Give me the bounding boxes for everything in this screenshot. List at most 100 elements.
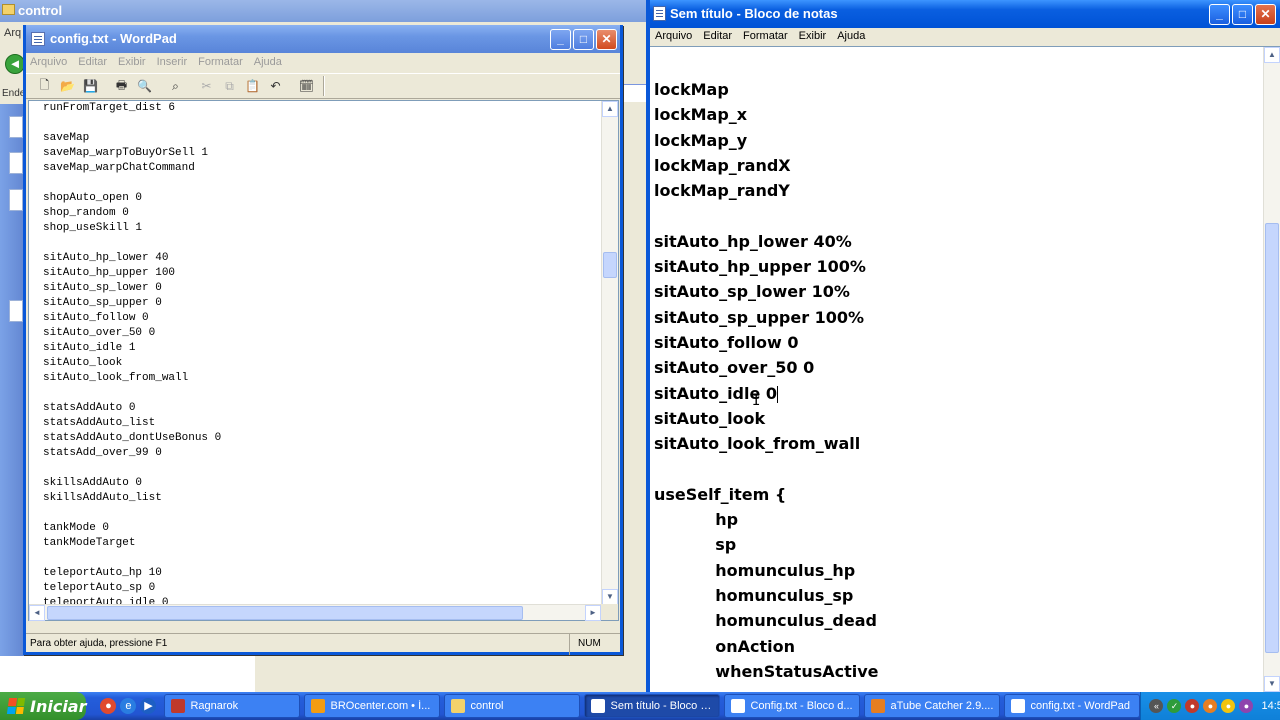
num-lock-indicator: NUM xyxy=(578,638,601,649)
start-button[interactable]: Iniciar xyxy=(0,692,87,720)
wordpad-menu-bar: Arquivo Editar Exibir Inserir Formatar A… xyxy=(26,53,620,73)
notepad-app-icon[interactable] xyxy=(653,6,666,21)
system-clock[interactable]: 14:59 xyxy=(1261,700,1280,712)
scroll-left-arrow-icon[interactable]: ◄ xyxy=(29,605,45,621)
menu-exibir[interactable]: Exibir xyxy=(118,56,146,73)
folder-icon xyxy=(2,4,15,15)
copy-icon[interactable]: ⧉ xyxy=(219,76,240,96)
minimize-button[interactable]: _ xyxy=(1209,4,1230,25)
tray-app-icon[interactable]: ● xyxy=(1185,699,1200,713)
system-tray: « ✓ ● ● ● ● 14:59 xyxy=(1140,692,1280,720)
wordpad-icon xyxy=(1011,699,1026,713)
media-player-icon[interactable]: ▶ xyxy=(140,698,157,714)
menu-formatar[interactable]: Formatar xyxy=(198,56,243,73)
status-help-text: Para obter ajuda, pressione F1 xyxy=(26,634,570,655)
task-pane-item[interactable] xyxy=(9,152,23,174)
wordpad-toolbar: 🗋 📂 💾 🖶 🔍 ⌕ ✂ ⧉ 📋 ↶ 🗓 xyxy=(26,73,620,99)
explorer-task-pane xyxy=(0,104,24,692)
vertical-scroll-thumb[interactable] xyxy=(1265,223,1279,653)
taskbar-tasks: Ragnarok BROcenter.com • Í... control Se… xyxy=(164,694,1141,718)
menu-arquivo[interactable]: Arquivo xyxy=(655,30,692,46)
menu-inserir[interactable]: Inserir xyxy=(157,56,188,73)
scroll-down-arrow-icon[interactable]: ▼ xyxy=(602,589,618,605)
undo-icon[interactable]: ↶ xyxy=(265,76,286,96)
taskbar-item-brocenter[interactable]: BROcenter.com • Í... xyxy=(304,694,441,718)
wordpad-status-bar: Para obter ajuda, pressione F1 NUM xyxy=(26,633,620,655)
chrome-icon[interactable]: ● xyxy=(100,698,117,714)
wordpad-app-icon[interactable] xyxy=(31,32,45,46)
scroll-right-arrow-icon[interactable]: ► xyxy=(585,605,601,621)
maximize-button[interactable]: □ xyxy=(1232,4,1253,25)
wordpad-vertical-scrollbar[interactable]: ▲ ▼ xyxy=(601,101,618,606)
task-pane-item[interactable] xyxy=(9,116,23,138)
quick-launch: ● e ▶ xyxy=(100,698,157,714)
taskbar: Iniciar ● e ▶ Ragnarok BROcenter.com • Í… xyxy=(0,692,1280,720)
scroll-up-arrow-icon[interactable]: ▲ xyxy=(1264,47,1280,63)
wordpad-document-area[interactable]: runFromTarget_dist 6 saveMap saveMap_war… xyxy=(28,100,619,621)
cut-icon[interactable]: ✂ xyxy=(196,76,217,96)
ragnarok-icon xyxy=(171,699,186,713)
notepad-document-text[interactable]: lockMap lockMap_x lockMap_y lockMap_rand… xyxy=(654,77,1252,691)
taskbar-item-notepad-untitled[interactable]: Sem título - Bloco d... xyxy=(584,694,721,718)
scroll-down-arrow-icon[interactable]: ▼ xyxy=(1264,676,1280,692)
notepad-document-area[interactable]: lockMap lockMap_x lockMap_y lockMap_rand… xyxy=(650,46,1280,693)
tray-app-icon[interactable]: ● xyxy=(1221,699,1236,713)
close-button[interactable]: ✕ xyxy=(1255,4,1276,25)
menu-ajuda[interactable]: Ajuda xyxy=(254,56,282,73)
explorer-title: control xyxy=(18,3,63,18)
back-arrow-icon[interactable]: ◄ xyxy=(5,54,25,74)
wordpad-document-text[interactable]: runFromTarget_dist 6 saveMap saveMap_war… xyxy=(43,101,603,606)
atube-catcher-icon xyxy=(871,699,886,713)
menu-arquivo[interactable]: Arquivo xyxy=(30,56,67,73)
notepad-title: Sem título - Bloco de notas xyxy=(670,6,838,21)
text-caret xyxy=(777,385,779,403)
taskbar-item-wordpad[interactable]: config.txt - WordPad xyxy=(1004,694,1141,718)
task-pane-item[interactable] xyxy=(9,300,23,322)
insert-datetime-icon[interactable]: 🗓 xyxy=(296,76,317,96)
horizontal-scroll-thumb[interactable] xyxy=(47,606,523,620)
notepad-vertical-scrollbar[interactable]: ▲ ▼ xyxy=(1263,47,1280,693)
close-button[interactable]: ✕ xyxy=(596,29,617,50)
task-pane-item[interactable] xyxy=(9,189,23,211)
wordpad-title-bar[interactable]: config.txt - WordPad _ □ ✕ xyxy=(26,25,620,53)
taskbar-item-notepad-config[interactable]: Config.txt - Bloco d... xyxy=(724,694,861,718)
notepad-icon xyxy=(731,699,746,713)
open-folder-icon[interactable]: 📂 xyxy=(57,76,78,96)
taskbar-item-control[interactable]: control xyxy=(444,694,581,718)
print-icon[interactable]: 🖶 xyxy=(111,76,132,96)
menu-editar[interactable]: Editar xyxy=(78,56,107,73)
menu-ajuda[interactable]: Ajuda xyxy=(837,30,865,46)
explorer-content-area xyxy=(0,656,255,692)
browser-icon xyxy=(311,699,326,713)
notepad-title-bar[interactable]: Sem título - Bloco de notas _ □ ✕ xyxy=(650,0,1280,28)
maximize-button[interactable]: □ xyxy=(573,29,594,50)
notepad-text-after-caret: sitAuto_look sitAuto_look_from_wall useS… xyxy=(654,408,879,681)
taskbar-item-ragnarok[interactable]: Ragnarok xyxy=(164,694,301,718)
tray-check-icon[interactable]: ✓ xyxy=(1167,699,1182,713)
tray-app-icon[interactable]: ● xyxy=(1239,699,1254,713)
vertical-scroll-thumb[interactable] xyxy=(603,252,617,278)
windows-flag-icon xyxy=(6,698,26,714)
wordpad-window: config.txt - WordPad _ □ ✕ Arquivo Edita… xyxy=(23,25,623,655)
scroll-up-arrow-icon[interactable]: ▲ xyxy=(602,101,618,117)
explorer-title-bar[interactable]: control xyxy=(0,0,650,22)
menu-exibir[interactable]: Exibir xyxy=(799,30,827,46)
paste-icon[interactable]: 📋 xyxy=(242,76,263,96)
find-binoculars-icon[interactable]: ⌕ xyxy=(165,76,186,96)
print-preview-icon[interactable]: 🔍 xyxy=(134,76,155,96)
explorer-content-strip xyxy=(622,84,646,102)
explorer-menu-fragment[interactable]: Arq xyxy=(4,27,21,39)
menu-formatar[interactable]: Formatar xyxy=(743,30,788,46)
minimize-button[interactable]: _ xyxy=(550,29,571,50)
menu-editar[interactable]: Editar xyxy=(703,30,732,46)
wordpad-horizontal-scrollbar[interactable]: ◄ ► xyxy=(29,604,602,621)
tray-arrow-icon[interactable]: « xyxy=(1149,699,1164,713)
tray-app-icon[interactable]: ● xyxy=(1203,699,1218,713)
wordpad-title: config.txt - WordPad xyxy=(50,31,177,46)
taskbar-item-atube-catcher[interactable]: aTube Catcher 2.9.... xyxy=(864,694,1001,718)
save-disk-icon[interactable]: 💾 xyxy=(80,76,101,96)
new-document-icon[interactable]: 🗋 xyxy=(34,76,55,96)
folder-icon xyxy=(451,699,466,713)
scrollbar-corner xyxy=(601,604,618,620)
internet-explorer-icon[interactable]: e xyxy=(120,698,137,714)
